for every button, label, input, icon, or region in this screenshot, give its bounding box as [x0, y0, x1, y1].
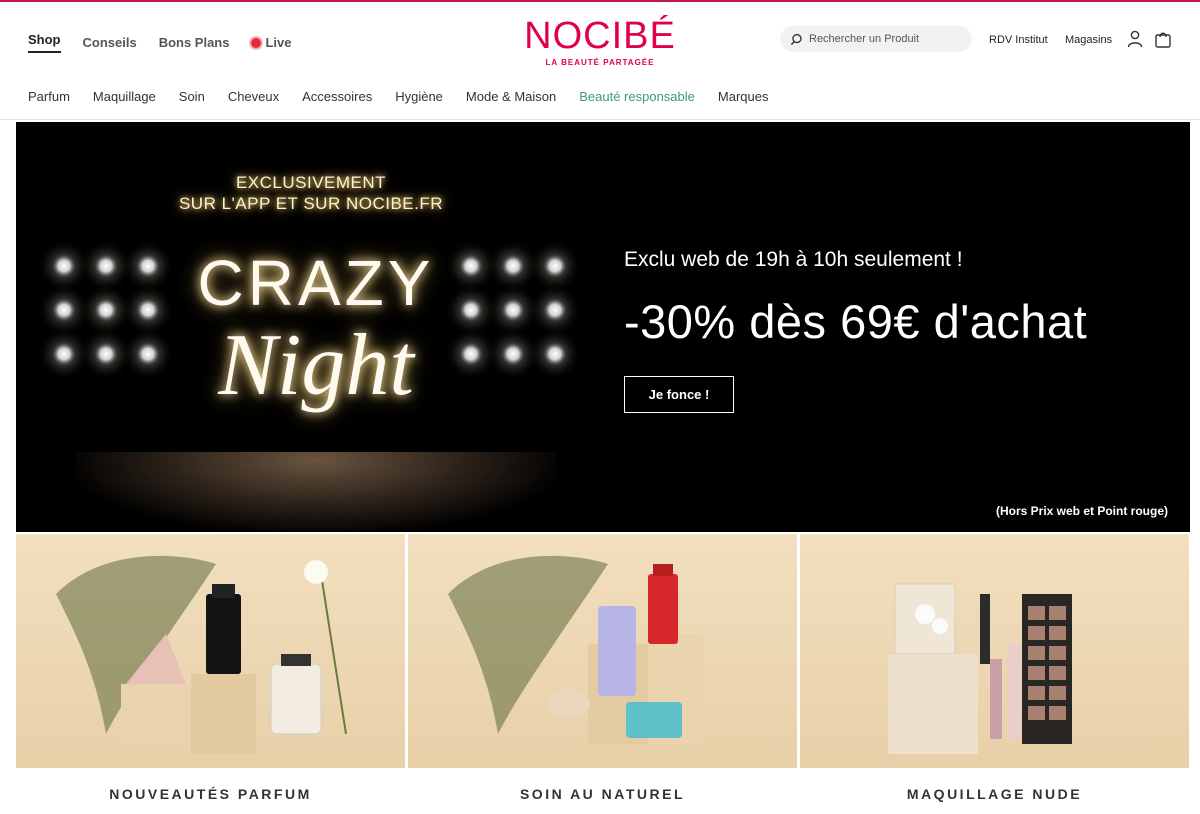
tile-nouveautes-parfum[interactable]: NOUVEAUTÉS PARFUM — [16, 534, 405, 814]
hero-exclusive-line2: SUR L'APP ET SUR NOCIBE.FR — [178, 194, 444, 213]
hero-subtitle: Exclu web de 19h à 10h seulement ! — [624, 248, 963, 271]
category-nav: Parfum Maquillage Soin Cheveux Accessoir… — [28, 89, 791, 104]
tile-label-parfum: NOUVEAUTÉS PARFUM — [109, 786, 312, 802]
stores-link[interactable]: Magasins — [1065, 34, 1112, 46]
hero-exclusive-text: EXCLUSIVEMENT SUR L'APP ET SUR NOCIBE.FR — [176, 172, 446, 214]
tile-label-maquillage: MAQUILLAGE NUDE — [906, 786, 1083, 802]
stage-light-bulb — [135, 253, 161, 279]
category-tiles: NOUVEAUTÉS PARFUM SOIN AU NATUREL MAQUIL… — [16, 534, 1190, 814]
stage-light-bulb — [51, 341, 77, 367]
stage-light-bulb — [500, 253, 526, 279]
hero-promo: -30% dès 69€ d'achat — [624, 295, 1088, 348]
site-header: Shop Conseils Bons Plans Live NOCIBÉ LA … — [0, 2, 1200, 120]
top-nav-bons-plans[interactable]: Bons Plans — [159, 35, 230, 50]
stage-floor — [76, 452, 556, 532]
category-marques[interactable]: Marques — [718, 89, 769, 104]
tile-label-soin: SOIN AU NATUREL — [519, 786, 686, 802]
hero-visual: EXCLUSIVEMENT SUR L'APP ET SUR NOCIBE.FR… — [16, 122, 616, 532]
hero-title-crazy: CRAZY — [197, 247, 435, 319]
top-nav-shop[interactable]: Shop — [28, 32, 61, 53]
hero-title-night: Night — [218, 317, 414, 414]
category-mode-maison[interactable]: Mode & Maison — [466, 89, 556, 104]
category-hygiene[interactable]: Hygiène — [395, 89, 443, 104]
search-bar[interactable] — [780, 26, 972, 52]
stage-light-bulb — [542, 297, 568, 323]
logo-tagline: LA BEAUTÉ PARTAGÉE — [545, 58, 655, 67]
hero-copy: Exclu web de 19h à 10h seulement ! -30% … — [624, 122, 1190, 532]
stage-light-bulb — [93, 253, 119, 279]
hero-exclusive-line1: EXCLUSIVEMENT — [235, 173, 387, 192]
category-soin[interactable]: Soin — [179, 89, 205, 104]
stage-light-bulb — [51, 253, 77, 279]
live-label: Live — [265, 35, 292, 50]
stage-light-bulb — [500, 297, 526, 323]
tile-soin-au-naturel[interactable]: SOIN AU NATUREL — [408, 534, 797, 814]
hero-cta-button[interactable]: Je fonce ! — [624, 376, 734, 413]
tile-image-maquillage — [800, 534, 1189, 768]
stage-light-bulb — [93, 341, 119, 367]
user-icon[interactable] — [1127, 30, 1143, 53]
category-cheveux[interactable]: Cheveux — [228, 89, 279, 104]
stage-light-bulb — [542, 253, 568, 279]
search-input[interactable] — [809, 33, 959, 45]
logo-wordmark: NOCIBÉ — [524, 15, 676, 57]
top-nav: Shop Conseils Bons Plans Live — [28, 32, 314, 53]
tile-image-soin — [408, 534, 797, 768]
category-maquillage[interactable]: Maquillage — [93, 89, 156, 104]
site-logo[interactable]: NOCIBÉ LA BEAUTÉ PARTAGÉE — [520, 16, 680, 67]
search-icon — [790, 33, 802, 45]
rdv-institut-link[interactable]: RDV Institut — [989, 34, 1048, 46]
tile-maquillage-nude[interactable]: MAQUILLAGE NUDE — [800, 534, 1189, 814]
live-dot-icon — [251, 38, 262, 48]
stage-light-bulb — [542, 341, 568, 367]
top-nav-live[interactable]: Live — [251, 35, 292, 50]
category-beaute-responsable[interactable]: Beauté responsable — [579, 89, 695, 104]
tile-image-parfum — [16, 534, 405, 768]
hero-banner[interactable]: EXCLUSIVEMENT SUR L'APP ET SUR NOCIBE.FR… — [16, 122, 1190, 532]
hero-disclaimer: (Hors Prix web et Point rouge) — [995, 504, 1168, 518]
category-parfum[interactable]: Parfum — [28, 89, 70, 104]
bag-icon[interactable] — [1154, 30, 1172, 53]
category-accessoires[interactable]: Accessoires — [302, 89, 372, 104]
stage-light-bulb — [93, 297, 119, 323]
stage-light-bulb — [51, 297, 77, 323]
stage-light-bulb — [500, 341, 526, 367]
top-nav-conseils[interactable]: Conseils — [83, 35, 137, 50]
